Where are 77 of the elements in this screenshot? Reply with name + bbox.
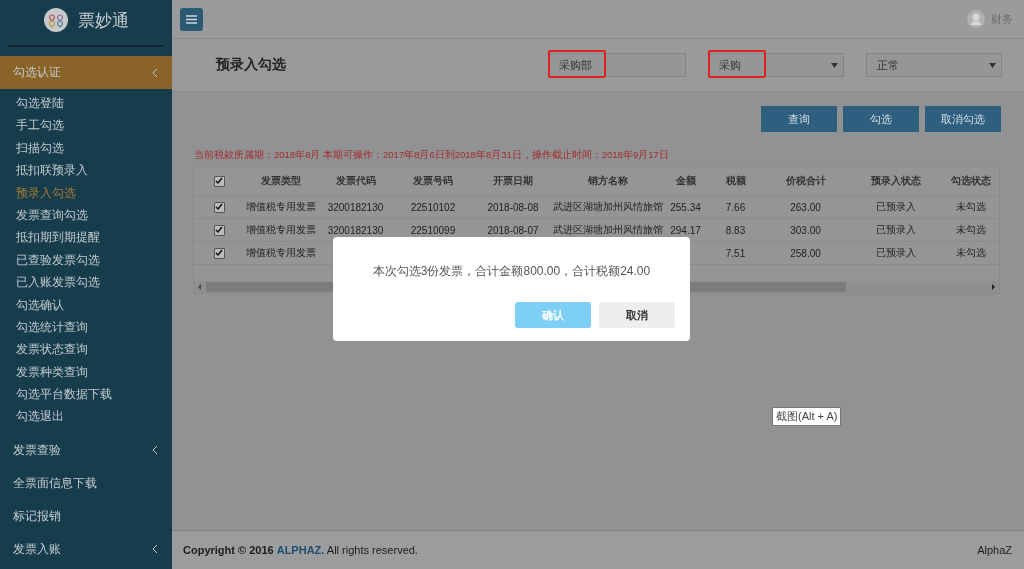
sidebar-item[interactable]: 勾选统计查询	[0, 315, 172, 339]
table-cell-text: 未勾选	[954, 223, 987, 237]
avatar-icon	[967, 10, 985, 28]
sidebar-item[interactable]: 勾选确认	[0, 293, 172, 316]
column-header: 金额	[674, 174, 697, 188]
table-cell-text: 2018-08-07	[486, 224, 540, 236]
sidebar-item[interactable]: 已入账发票勾选	[0, 271, 172, 294]
sidebar-item[interactable]: 已查验发票勾选	[0, 248, 172, 272]
input-field[interactable]: 采购部	[548, 53, 686, 77]
table-cell-text: 258.00	[789, 247, 822, 259]
checkbox[interactable]	[213, 247, 225, 259]
table-cell-text: 已预录入	[874, 200, 917, 214]
sidebar-item[interactable]: 扫描勾选	[0, 136, 172, 160]
column-header: 勾选状态	[949, 174, 992, 188]
sidebar-item[interactable]: 勾选平台数据下载	[0, 383, 172, 406]
table-cell-text: 303.00	[789, 224, 822, 236]
column-header: 价税合计	[784, 174, 827, 188]
sidebar-item[interactable]: 勾选退出	[0, 405, 172, 428]
table-cell-text: 7.66	[724, 201, 747, 213]
table-cell-text: 255.34	[669, 201, 702, 213]
table-cell-text: 3200182130	[326, 201, 385, 213]
logo-icon	[43, 8, 68, 32]
table-cell-text: 22510102	[409, 201, 457, 213]
column-header: 销方名称	[587, 174, 629, 188]
select-field[interactable]: 采购	[708, 53, 844, 77]
caret-icon	[989, 62, 996, 68]
sidebar-group[interactable]: 标记报销	[0, 499, 172, 533]
sidebar-item[interactable]: 勾选登陆	[0, 92, 172, 115]
table-cell-text: 3200182130	[326, 224, 385, 236]
table-cell-text: 263.00	[789, 201, 822, 213]
table-cell-text: 已预录入	[874, 223, 917, 237]
menu-button[interactable]	[180, 7, 203, 31]
table-cell: 武进区湖塘加州风情旅馆	[553, 200, 663, 214]
period-notice: 当前税款所属期：2018年8月 本期可操作：2017年8月6日到2018年8月31日，操作截止时间：2018年9月17日	[193, 148, 670, 162]
sidebar-item[interactable]: 发票种类查询	[0, 360, 172, 384]
footer-brand: AlphaZ	[977, 544, 1012, 556]
column-header: 发票类型	[260, 174, 302, 188]
column-header: 开票日期	[492, 174, 534, 188]
table-cell-text: 8.83	[724, 224, 747, 236]
table-cell-text: 增值税专用发票	[245, 223, 317, 237]
column-header: 发票代码	[334, 174, 377, 188]
column-header: 发票号码	[412, 174, 454, 188]
sidebar-item[interactable]: 发票状态查询	[0, 338, 172, 361]
table-cell-text: 增值税专用发票	[245, 200, 317, 214]
sidebar-item[interactable]: 抵扣期到期提醒	[0, 226, 172, 249]
action-button[interactable]: 查询	[761, 106, 837, 132]
tooltip: 截图(Alt + A)	[772, 407, 842, 426]
table-cell-text: 294.17	[669, 224, 702, 236]
checkbox[interactable]	[213, 201, 225, 213]
sidebar-item[interactable]: 手工勾选	[0, 114, 172, 137]
sidebar-item[interactable]: 发票查询勾选	[0, 203, 172, 227]
sidebar-group[interactable]: 发票查验	[0, 433, 172, 467]
table-cell-text: 22510099	[409, 224, 457, 236]
page-title: 预录入勾选	[216, 56, 287, 74]
caret-icon	[831, 62, 838, 68]
sidebar-group[interactable]: 全票面信息下载	[0, 466, 172, 500]
table-cell-text: 7.51	[724, 247, 747, 259]
column-header: 税额	[724, 174, 747, 188]
action-button[interactable]: 勾选	[843, 106, 919, 132]
sidebar-item[interactable]: 抵扣联预录入	[0, 159, 172, 182]
logo-text: 票妙通	[77, 9, 129, 32]
copyright-text: Copyright © 2016 ALPHAZ. All rights reserved.	[183, 544, 418, 556]
column-header: 预录入状态	[869, 174, 922, 188]
select-field[interactable]: 正常	[866, 53, 1002, 77]
table-cell-text: 未勾选	[954, 200, 987, 214]
dialog-message: 本次勾选3份发票，合计金额800.00，合计税额24.00	[371, 263, 652, 280]
checkbox[interactable]	[213, 224, 225, 236]
sidebar-group[interactable]: 发票入账	[0, 532, 172, 566]
table-cell-text: 增值税专用发票	[245, 246, 317, 260]
table-cell: 武进区湖塘加州风情旅馆	[553, 223, 663, 237]
table-cell-text: 未勾选	[954, 246, 987, 260]
checkbox[interactable]	[213, 175, 225, 187]
table-cell-text: 2018-08-08	[486, 201, 540, 213]
action-button[interactable]: 取消勾选	[925, 106, 1001, 132]
menu-icon	[186, 14, 197, 24]
table-cell-text: 已预录入	[874, 246, 917, 260]
cancel-button[interactable]: 取消	[599, 302, 675, 328]
